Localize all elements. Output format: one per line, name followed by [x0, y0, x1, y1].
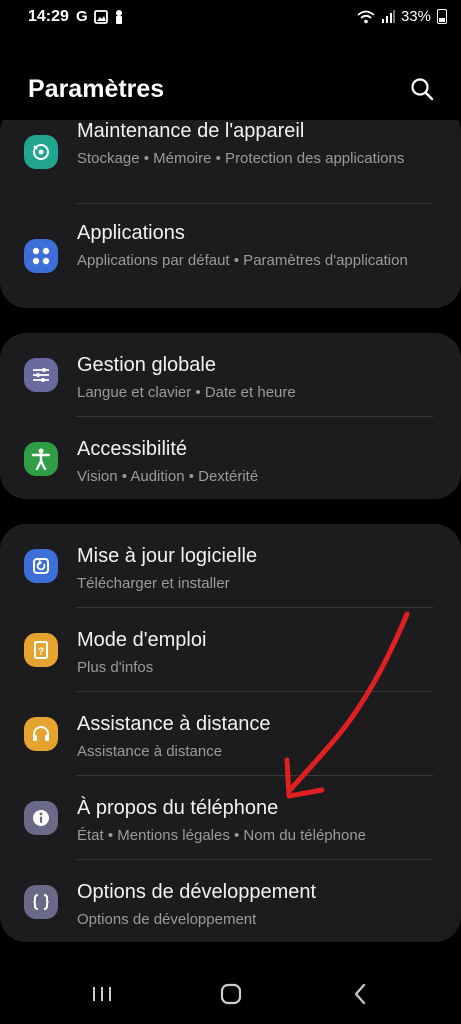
info-icon — [24, 801, 58, 835]
settings-item-general-management[interactable]: Gestion globale Langue et clavier • Date… — [0, 333, 461, 417]
item-subtitle: Applications par défaut • Paramètres d'a… — [77, 252, 408, 269]
gallery-icon — [93, 9, 108, 24]
settings-item-device-maintenance[interactable]: Maintenance de l'appareil Stockage • Mém… — [0, 106, 461, 204]
update-icon — [24, 549, 58, 583]
status-bar: 14:29 G 33% — [0, 0, 461, 36]
headset-icon — [24, 717, 58, 751]
settings-card-device: Maintenance de l'appareil Stockage • Mém… — [0, 106, 461, 308]
maintenance-icon — [24, 135, 58, 169]
settings-item-developer-options[interactable]: Options de développement Options de déve… — [0, 860, 461, 942]
svg-text:?: ? — [38, 647, 44, 658]
battery-percent: 33% — [400, 8, 431, 25]
item-subtitle: Options de développement — [77, 911, 257, 928]
page-title-overlay: Paramètres — [28, 75, 165, 103]
status-system-icons: 33% — [357, 8, 447, 25]
item-subtitle: Télécharger et installer — [77, 575, 230, 592]
battery-icon — [437, 9, 447, 24]
settings-card-support: Mise à jour logicielle Télécharger et in… — [0, 524, 461, 942]
item-subtitle: Langue et clavier • Date et heure — [77, 384, 296, 401]
item-label: Accessibilité — [77, 438, 188, 460]
navigation-bar — [0, 964, 461, 1024]
apps-grid-icon — [24, 239, 58, 273]
wifi-icon — [357, 10, 375, 23]
item-label: À propos du téléphone — [77, 797, 279, 819]
status-notification-icons: G — [76, 8, 124, 25]
settings-item-user-manual[interactable]: ? Mode d'emploi Plus d'infos — [0, 608, 461, 692]
settings-item-software-update[interactable]: Mise à jour logicielle Télécharger et in… — [0, 524, 461, 608]
google-icon: G — [76, 8, 88, 25]
item-label: Gestion globale — [77, 354, 216, 376]
status-time: 14:29 — [28, 8, 69, 25]
item-subtitle: État • Mentions légales • Nom du télépho… — [77, 827, 367, 844]
settings-item-remote-support[interactable]: Assistance à distance Assistance à dista… — [0, 692, 461, 776]
item-label: Applications — [77, 222, 185, 244]
search-button-icon[interactable] — [409, 76, 435, 102]
item-subtitle: Assistance à distance — [77, 743, 223, 760]
back-icon[interactable] — [352, 983, 368, 1005]
home-icon[interactable] — [219, 982, 243, 1006]
item-subtitle: Vision • Audition • Dextérité — [77, 468, 259, 485]
item-subtitle: Plus d'infos — [77, 659, 154, 676]
settings-item-about-phone[interactable]: À propos du téléphone État • Mentions lé… — [0, 776, 461, 860]
manual-icon: ? — [24, 633, 58, 667]
settings-card-general: Gestion globale Langue et clavier • Date… — [0, 333, 461, 499]
braces-icon — [24, 885, 58, 919]
item-label: Mode d'emploi — [77, 629, 207, 651]
settings-header-overlay: Paramètres — [0, 60, 461, 120]
settings-item-accessibility[interactable]: Accessibilité Vision • Audition • Dextér… — [0, 417, 461, 499]
item-subtitle: Stockage • Mémoire • Protection des appl… — [77, 150, 405, 167]
signal-icon — [381, 10, 395, 23]
item-label: Mise à jour logicielle — [77, 545, 258, 567]
item-label: Assistance à distance — [77, 713, 271, 735]
recents-icon[interactable] — [90, 984, 114, 1004]
lock-person-icon — [115, 10, 122, 24]
accessibility-icon — [24, 442, 58, 476]
sliders-icon — [24, 358, 58, 392]
item-label: Maintenance de l'appareil — [77, 120, 305, 142]
item-label: Options de développement — [77, 881, 317, 903]
settings-item-applications[interactable]: Applications Applications par défaut • P… — [0, 204, 461, 308]
